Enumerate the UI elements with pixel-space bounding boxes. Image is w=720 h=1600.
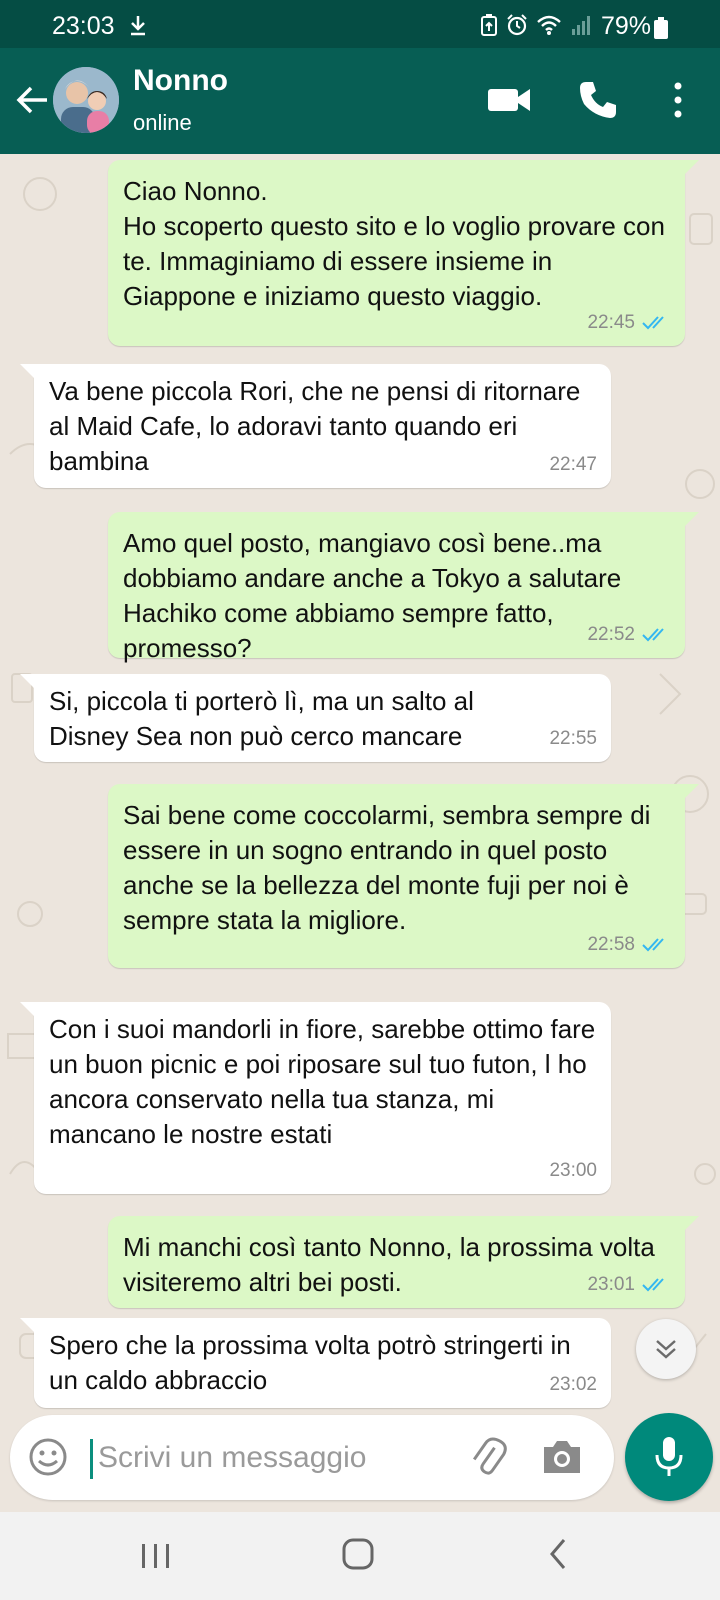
message-time: 22:45 (587, 312, 635, 333)
message-meta: 23:01 (587, 1267, 671, 1302)
message-time: 22:58 (587, 934, 635, 955)
status-time: 23:03 (52, 12, 115, 40)
wifi-icon (537, 15, 561, 35)
message-meta: 23:00 (549, 1153, 597, 1188)
scroll-to-bottom-button[interactable] (636, 1319, 696, 1379)
message-meta: 22:45 (587, 305, 671, 340)
message-composer (10, 1415, 614, 1500)
attach-icon[interactable] (466, 1435, 510, 1479)
message-bubble-outgoing[interactable]: Sai bene come coccolarmi, sembra sempre … (108, 784, 699, 968)
message-text: Con i suoi mandorli in fiore, sarebbe ot… (49, 1014, 596, 1149)
message-text: Spero che la prossima volta potrò string… (49, 1330, 571, 1395)
message-text: Si, piccola ti porterò lì, ma un salto a… (49, 686, 474, 751)
video-call-icon[interactable] (486, 82, 534, 118)
message-time: 22:55 (549, 728, 597, 749)
alarm-icon (507, 14, 527, 36)
message-meta: 22:55 (549, 721, 597, 756)
voice-message-button[interactable] (625, 1413, 713, 1501)
battery-level: 79% (601, 12, 652, 40)
message-time: 22:52 (587, 624, 635, 645)
download-icon (131, 16, 145, 36)
message-bubble-outgoing[interactable]: Amo quel posto, mangiavo così bene..ma d… (108, 512, 699, 663)
message-text: Ciao Nonno. Ho scoperto questo sito e lo… (123, 176, 665, 311)
signal-icon (572, 16, 590, 35)
message-meta: 23:02 (549, 1367, 597, 1402)
message-text: Va bene piccola Rori, che ne pensi di ri… (49, 376, 581, 476)
message-meta: 22:47 (549, 447, 597, 482)
mic-icon (655, 1437, 683, 1476)
message-time: 23:00 (549, 1160, 597, 1181)
double-chevron-down-icon (656, 1340, 676, 1359)
message-bubble-outgoing[interactable]: Mi manchi così tanto Nonno, la prossima … (108, 1216, 699, 1308)
message-meta: 22:58 (587, 927, 671, 962)
camera-icon[interactable] (540, 1437, 584, 1477)
chat-area[interactable]: Ciao Nonno. Ho scoperto questo sito e lo… (0, 154, 720, 1411)
battery-icon (654, 17, 668, 39)
read-receipt-icon (642, 1277, 664, 1291)
back-button[interactable] (10, 78, 54, 122)
message-time: 22:47 (549, 454, 597, 475)
message-bubble-incoming[interactable]: Si, piccola ti porterò lì, ma un salto a… (20, 674, 611, 762)
message-bubble-incoming[interactable]: Con i suoi mandorli in fiore, sarebbe ot… (20, 1002, 611, 1194)
back-arrow-icon (16, 86, 47, 114)
status-bar: 23:03 79% (0, 0, 720, 48)
status-icons (480, 14, 592, 36)
read-receipt-icon (642, 937, 664, 951)
message-bubble-incoming[interactable]: Va bene piccola Rori, che ne pensi di ri… (20, 364, 611, 488)
home-icon[interactable] (340, 1536, 376, 1572)
message-time: 23:01 (587, 1274, 635, 1295)
message-time: 23:02 (549, 1374, 597, 1395)
data-saver-icon (481, 14, 497, 36)
read-receipt-icon (642, 627, 664, 641)
phone-icon[interactable] (576, 78, 620, 122)
recents-icon[interactable] (138, 1540, 174, 1572)
chat-header: Nonno online (0, 48, 720, 154)
message-input[interactable] (98, 1435, 438, 1481)
read-receipt-icon (642, 315, 664, 329)
back-icon[interactable] (544, 1536, 572, 1572)
message-bubble-incoming[interactable]: Spero che la prossima volta potrò string… (20, 1318, 611, 1408)
system-nav-bar (0, 1512, 720, 1600)
message-bubble-outgoing[interactable]: Ciao Nonno. Ho scoperto questo sito e lo… (108, 160, 699, 346)
more-vert-icon[interactable] (666, 78, 690, 122)
message-meta: 22:52 (587, 617, 671, 652)
message-text: Sai bene come coccolarmi, sembra sempre … (123, 800, 651, 935)
contact-status: online (133, 110, 192, 135)
emoji-icon[interactable] (26, 1435, 70, 1479)
text-cursor (90, 1439, 93, 1479)
contact-name[interactable]: Nonno (133, 64, 228, 98)
avatar-photo (53, 67, 119, 133)
contact-avatar[interactable] (53, 67, 119, 133)
